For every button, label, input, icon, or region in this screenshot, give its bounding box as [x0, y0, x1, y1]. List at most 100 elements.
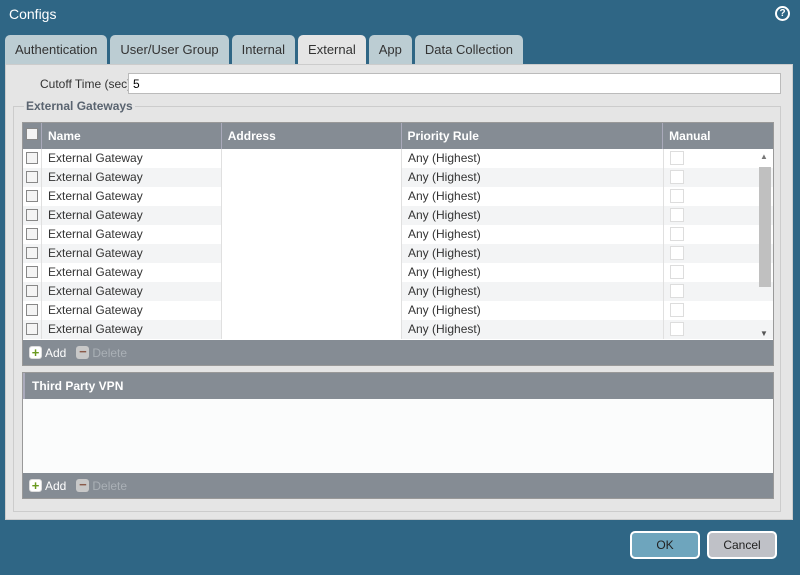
tab-app[interactable]: App — [368, 35, 412, 64]
cell-priority-rule[interactable]: Any (Highest) — [402, 263, 664, 282]
cell-name[interactable]: External Gateway — [42, 149, 222, 168]
cell-address[interactable] — [222, 320, 402, 339]
cell-address[interactable] — [222, 187, 402, 206]
cutoff-time-input[interactable] — [128, 73, 781, 94]
scrollbar-thumb[interactable] — [759, 167, 771, 287]
grid-header: Name Address Priority Rule Manual — [23, 123, 773, 149]
row-checkbox-cell[interactable] — [23, 149, 42, 168]
row-checkbox[interactable] — [26, 304, 38, 316]
cell-priority-rule[interactable]: Any (Highest) — [402, 282, 664, 301]
cell-priority-rule[interactable]: Any (Highest) — [402, 187, 664, 206]
cell-priority-rule[interactable]: Any (Highest) — [402, 206, 664, 225]
column-priority-rule[interactable]: Priority Rule — [402, 123, 664, 149]
cell-address[interactable] — [222, 263, 402, 282]
table-row[interactable]: External Gateway Any (Highest) — [23, 282, 773, 301]
plus-icon: + — [29, 346, 42, 359]
row-checkbox-cell[interactable] — [23, 301, 42, 320]
row-checkbox[interactable] — [26, 209, 38, 221]
tab-internal[interactable]: Internal — [231, 35, 296, 64]
cell-priority-rule[interactable]: Any (Highest) — [402, 301, 664, 320]
cell-priority-rule[interactable]: Any (Highest) — [402, 168, 664, 187]
cell-name[interactable]: External Gateway — [42, 282, 222, 301]
cell-name[interactable]: External Gateway — [42, 187, 222, 206]
tab-bar: Authentication User/User Group Internal … — [5, 35, 524, 64]
delete-vpn-button[interactable]: − Delete — [76, 478, 127, 493]
row-checkbox-cell[interactable] — [23, 225, 42, 244]
row-checkbox[interactable] — [26, 171, 38, 183]
cell-name[interactable]: External Gateway — [42, 301, 222, 320]
grid-scrollbar[interactable]: ▲ ▼ — [758, 150, 772, 340]
manual-checkbox — [670, 246, 684, 260]
add-vpn-button[interactable]: + Add — [29, 479, 66, 493]
cell-address[interactable] — [222, 244, 402, 263]
third-party-toolbar: + Add − Delete — [23, 473, 773, 498]
scroll-down-icon[interactable]: ▼ — [760, 329, 768, 338]
table-row[interactable]: External Gateway Any (Highest) — [23, 263, 773, 282]
select-all-checkbox-cell[interactable] — [23, 123, 42, 149]
row-checkbox[interactable] — [26, 228, 38, 240]
cell-address[interactable] — [222, 301, 402, 320]
table-row[interactable]: External Gateway Any (Highest) — [23, 149, 773, 168]
plus-icon: + — [29, 479, 42, 492]
row-checkbox[interactable] — [26, 190, 38, 202]
select-all-checkbox[interactable] — [26, 128, 38, 140]
row-checkbox[interactable] — [26, 323, 38, 335]
row-checkbox-cell[interactable] — [23, 244, 42, 263]
cell-manual — [664, 187, 758, 206]
ok-button[interactable]: OK — [630, 531, 700, 559]
cancel-button[interactable]: Cancel — [707, 531, 777, 559]
cell-priority-rule[interactable]: Any (Highest) — [402, 244, 664, 263]
cell-manual — [664, 282, 758, 301]
cell-name[interactable]: External Gateway — [42, 244, 222, 263]
cell-name[interactable]: External Gateway — [42, 168, 222, 187]
manual-checkbox — [670, 322, 684, 336]
cell-address[interactable] — [222, 225, 402, 244]
row-checkbox-cell[interactable] — [23, 206, 42, 225]
cell-name[interactable]: External Gateway — [42, 206, 222, 225]
table-row[interactable]: External Gateway Any (Highest) — [23, 225, 773, 244]
row-checkbox[interactable] — [26, 247, 38, 259]
table-row[interactable]: External Gateway Any (Highest) — [23, 187, 773, 206]
cell-address[interactable] — [222, 149, 402, 168]
cell-address[interactable] — [222, 168, 402, 187]
row-checkbox-cell[interactable] — [23, 187, 42, 206]
column-name[interactable]: Name — [42, 123, 222, 149]
add-label: Add — [45, 345, 67, 360]
table-row[interactable]: External Gateway Any (Highest) — [23, 206, 773, 225]
third-party-vpn-header[interactable]: Third Party VPN — [23, 373, 773, 399]
row-checkbox[interactable] — [26, 152, 38, 164]
cell-priority-rule[interactable]: Any (Highest) — [402, 225, 664, 244]
tab-user-group[interactable]: User/User Group — [110, 35, 229, 64]
cell-priority-rule[interactable]: Any (Highest) — [402, 149, 664, 168]
tab-authentication[interactable]: Authentication — [5, 35, 108, 64]
manual-checkbox — [670, 284, 684, 298]
add-gateway-button[interactable]: + Add — [29, 346, 66, 360]
column-manual[interactable]: Manual — [663, 123, 773, 149]
table-row[interactable]: External Gateway Any (Highest) — [23, 168, 773, 187]
cell-name[interactable]: External Gateway — [42, 225, 222, 244]
scroll-up-icon[interactable]: ▲ — [760, 152, 768, 161]
external-gateways-legend: External Gateways — [24, 99, 135, 113]
cell-address[interactable] — [222, 282, 402, 301]
cell-address[interactable] — [222, 206, 402, 225]
gateways-toolbar: + Add − Delete — [23, 340, 773, 365]
row-checkbox-cell[interactable] — [23, 320, 42, 339]
column-address[interactable]: Address — [222, 123, 402, 149]
row-checkbox[interactable] — [26, 266, 38, 278]
table-row[interactable]: External Gateway Any (Highest) — [23, 320, 773, 339]
table-row[interactable]: External Gateway Any (Highest) — [23, 244, 773, 263]
tab-external[interactable]: External — [298, 35, 366, 64]
delete-label: Delete — [92, 345, 128, 360]
row-checkbox-cell[interactable] — [23, 168, 42, 187]
add-label: Add — [45, 478, 67, 493]
help-icon[interactable]: ? — [775, 6, 790, 21]
delete-gateway-button[interactable]: − Delete — [76, 345, 128, 360]
cell-name[interactable]: External Gateway — [42, 263, 222, 282]
row-checkbox[interactable] — [26, 285, 38, 297]
cell-priority-rule[interactable]: Any (Highest) — [402, 320, 664, 339]
table-row[interactable]: External Gateway Any (Highest) — [23, 301, 773, 320]
row-checkbox-cell[interactable] — [23, 282, 42, 301]
tab-data-collection[interactable]: Data Collection — [414, 35, 524, 64]
row-checkbox-cell[interactable] — [23, 263, 42, 282]
cell-name[interactable]: External Gateway — [42, 320, 222, 339]
